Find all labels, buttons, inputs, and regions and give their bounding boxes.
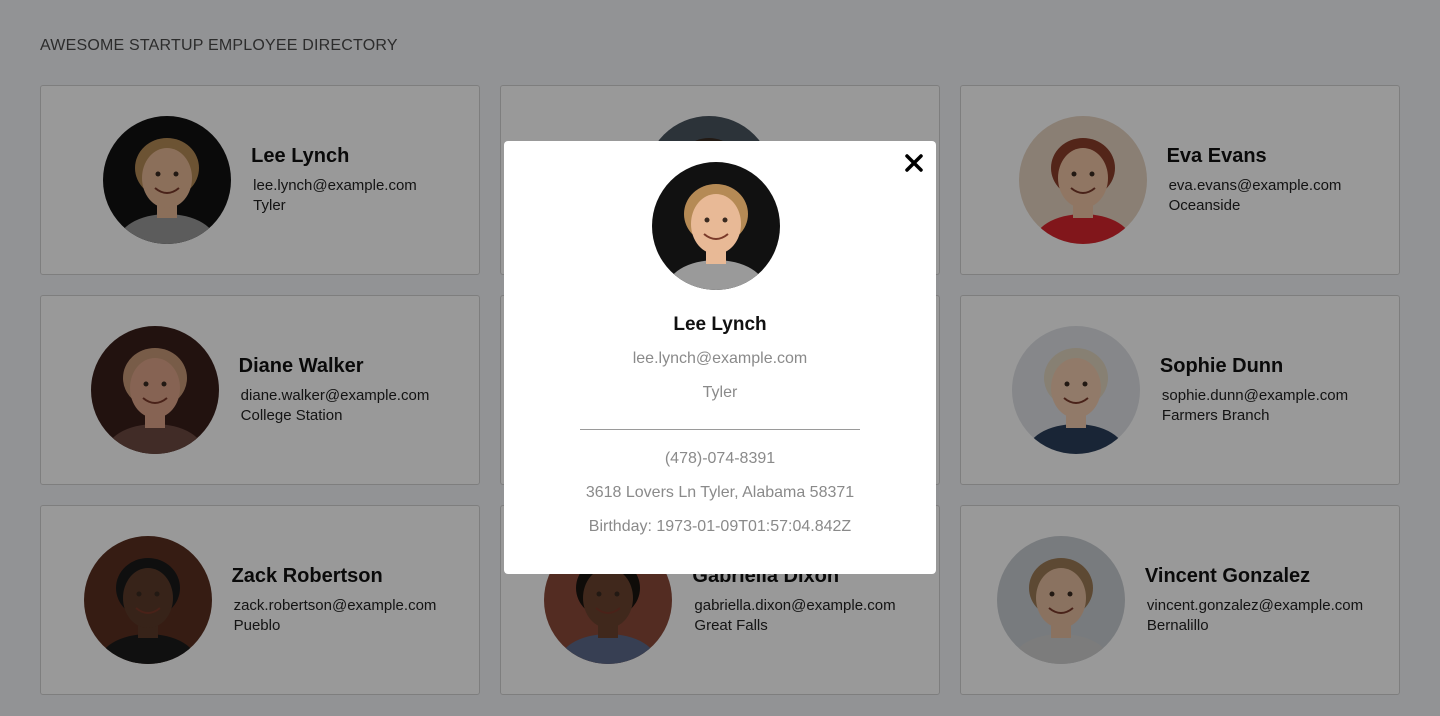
modal-birthday: Birthday: 1973-01-09T01:57:04.842Z — [588, 518, 852, 535]
modal-avatar — [652, 162, 780, 290]
modal-divider — [580, 429, 860, 430]
close-icon[interactable] — [902, 151, 926, 175]
modal-phone: (478)-074-8391 — [664, 450, 776, 467]
employee-modal: Lee Lynch lee.lynch@example.com Tyler (4… — [504, 141, 936, 574]
modal-email: lee.lynch@example.com — [632, 350, 808, 367]
modal-address: 3618 Lovers Ln Tyler, Alabama 58371 — [585, 484, 855, 501]
modal-name: Lee Lynch — [673, 314, 767, 335]
modal-city: Tyler — [702, 384, 738, 401]
